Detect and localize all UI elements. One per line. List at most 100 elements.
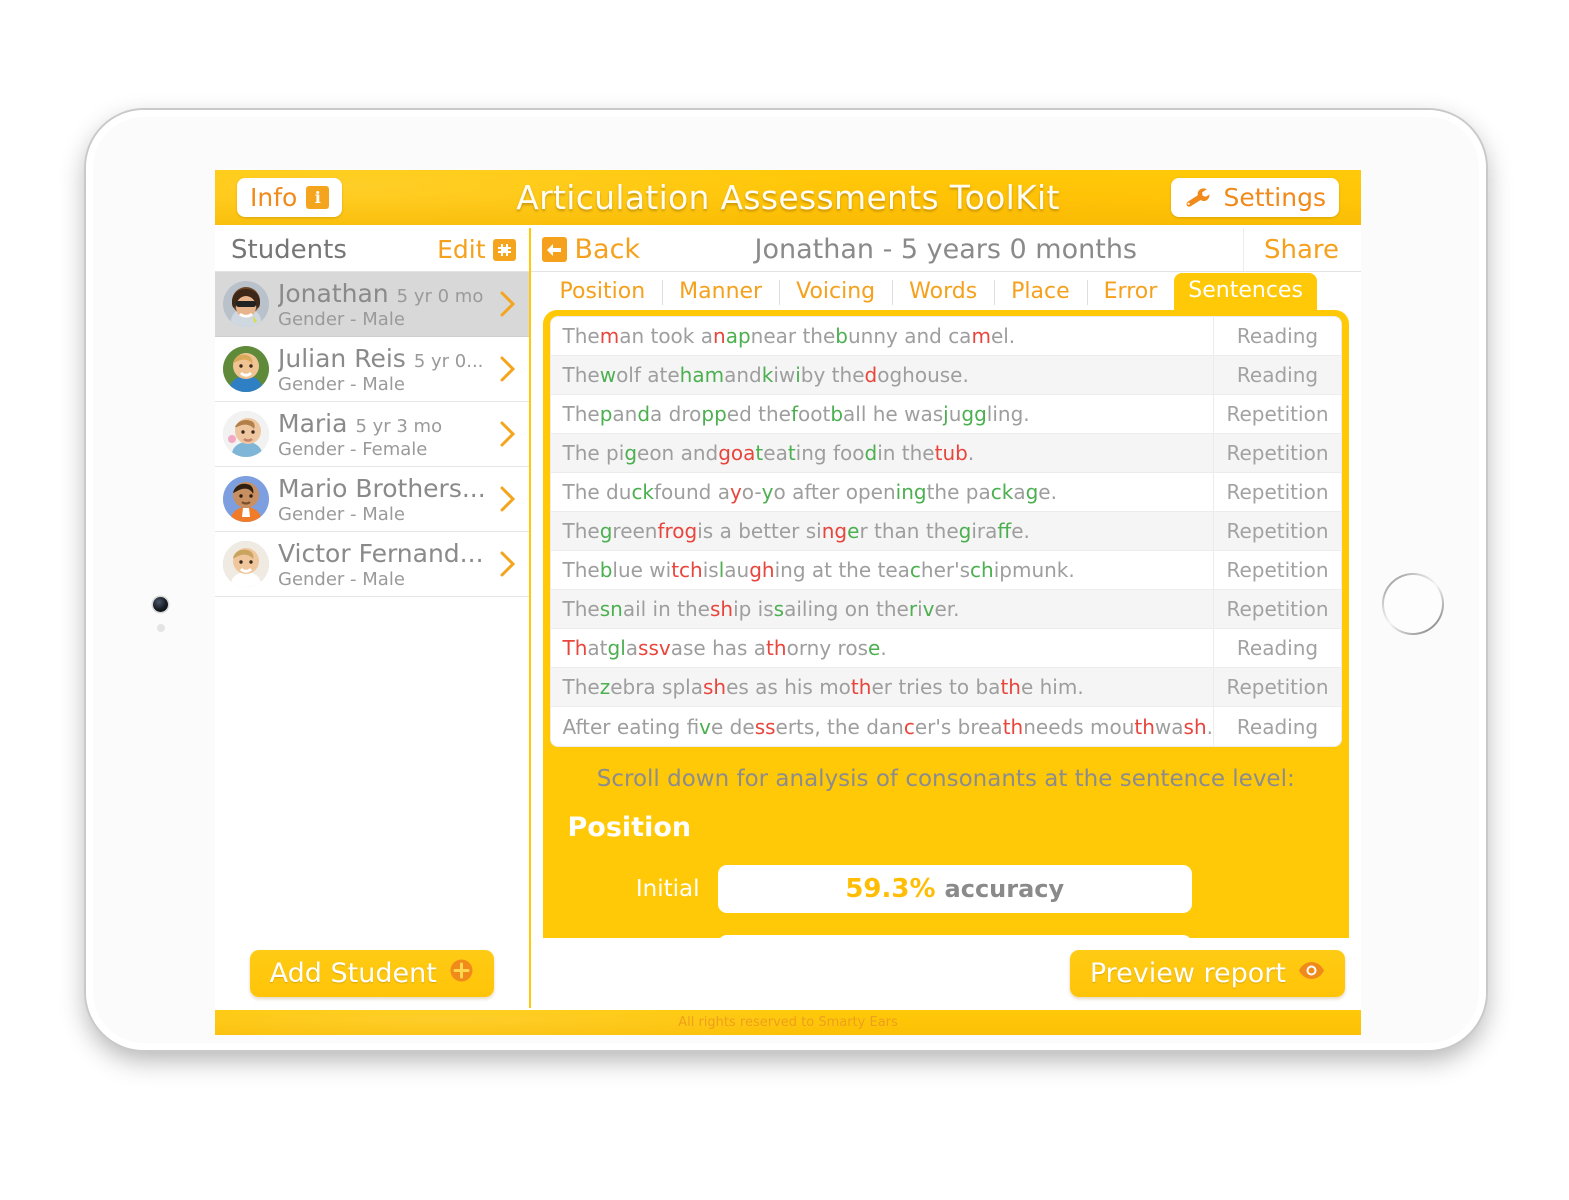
detail-header: Back Jonathan - 5 years 0 months Share — [530, 228, 1361, 272]
table-row[interactable]: The pi g eon and g oa t ea t ing foo d in the t… — [550, 434, 1341, 473]
avatar — [223, 346, 269, 392]
chevron-right-icon — [500, 421, 515, 447]
table-row[interactable]: The b lue wi tch is l au gh ing at the tea c he… — [550, 551, 1341, 590]
accuracy-bar[interactable]: 59.3% accuracy — [717, 865, 1192, 913]
preview-report-button[interactable]: Preview report — [1069, 949, 1345, 997]
sentence-type: Repetition — [1213, 512, 1341, 550]
sentence-text: After eating fi v e de ss erts, the dan c er's… — [562, 714, 1214, 739]
edit-button[interactable]: Edit — [437, 235, 516, 264]
students-title: Students — [231, 234, 347, 265]
table-row[interactable]: The s n ail in the sh ip is s ailing on the … — [550, 590, 1341, 629]
preview-report-label: Preview report — [1089, 957, 1286, 989]
detail-student-name: Jonathan - 5 years 0 months — [754, 234, 1137, 265]
tab-sentences[interactable]: Sentences — [1174, 272, 1317, 310]
main-content: Students Edit Jonathan 5 yr 0 mo Gender … — [215, 228, 1361, 1008]
home-button[interactable] — [1382, 573, 1444, 635]
wrench-icon — [1184, 187, 1212, 209]
tab-voicing[interactable]: Voicing — [779, 275, 892, 310]
chevron-right-icon — [500, 356, 515, 382]
student-row-julian[interactable]: Julian Reis 5 yr 0... Gender - Male — [215, 337, 529, 402]
eye-icon — [1298, 961, 1325, 985]
student-age: 5 yr 0 mo — [396, 285, 484, 307]
table-row[interactable]: The g reen frog is a better si ng e r than t… — [550, 512, 1341, 551]
sentence-text: Th at gl a ss v ase has a th orny ros e. — [562, 636, 887, 660]
edit-label: Edit — [437, 235, 486, 264]
share-button[interactable]: Share — [1242, 228, 1361, 271]
table-row[interactable]: The du ck found a y o-y o after open in g the… — [550, 473, 1341, 512]
student-age: 5 yr 0... — [413, 350, 484, 372]
detail-pane: Back Jonathan - 5 years 0 months Share P… — [530, 228, 1362, 1008]
student-name: Victor Fernand... — [278, 538, 484, 568]
table-row[interactable]: The w olf ate ham and k iw i by the d oghous… — [550, 356, 1341, 395]
sentence-type: Repetition — [1213, 473, 1341, 511]
avatar — [223, 541, 269, 587]
avatar — [223, 476, 269, 522]
tab-error[interactable]: Error — [1086, 275, 1175, 310]
add-student-button[interactable]: Add Student — [249, 949, 494, 997]
student-name: Jonathan — [278, 278, 389, 308]
sentences-table: The m an took a n ap near the b unny and ca… — [549, 316, 1342, 747]
table-row[interactable]: The p an d a dro pp ed the f oot b all he was ju… — [550, 395, 1341, 434]
student-list: Jonathan 5 yr 0 mo Gender - Male Julian … — [215, 272, 529, 938]
tab-words[interactable]: Words — [892, 275, 994, 310]
student-row-victor[interactable]: Victor Fernand... Gender - Male — [215, 532, 529, 597]
add-student-label: Add Student — [269, 957, 437, 989]
avatar — [223, 281, 269, 327]
tab-position[interactable]: Position — [543, 275, 663, 310]
student-info: Victor Fernand... Gender - Male — [278, 539, 497, 590]
sentence-text: The p an d a dro pp ed the f oot b all he was ju… — [562, 402, 1030, 426]
copyright-text: All rights reserved to Smarty Ears — [678, 1015, 898, 1030]
sentences-panel: The m an took a n ap near the b unny and ca… — [542, 310, 1349, 938]
chevron-right-icon — [500, 486, 515, 512]
metric-label: Initial — [635, 876, 700, 902]
table-row[interactable]: The m an took a n ap near the b unny and ca… — [550, 317, 1341, 356]
student-info: Julian Reis 5 yr 0... Gender - Male — [278, 344, 497, 395]
student-row-maria[interactable]: Maria 5 yr 3 mo Gender - Female — [215, 402, 529, 467]
student-info: Mario Brothers... Gender - Male — [278, 474, 497, 525]
table-row[interactable]: Th at gl a ss v ase has a th orny ros e. Readin… — [550, 629, 1341, 668]
sentence-type: Reading — [1213, 317, 1341, 355]
student-info: Maria 5 yr 3 mo Gender - Female — [278, 409, 497, 460]
info-button[interactable]: Info i — [237, 178, 343, 217]
student-info: Jonathan 5 yr 0 mo Gender - Male — [278, 279, 497, 330]
student-name: Maria — [278, 408, 348, 438]
sentence-type: Reading — [1213, 707, 1341, 746]
settings-label: Settings — [1223, 183, 1326, 212]
accuracy-word: accuracy — [944, 875, 1065, 903]
table-row[interactable]: After eating fi v e de ss erts, the dan c er's… — [551, 707, 1342, 746]
student-name: Mario Brothers... — [278, 473, 486, 503]
sentence-text: The g reen frog is a better si ng e r than t… — [562, 519, 1030, 543]
sentence-text: The s n ail in the sh ip is s ailing on the … — [562, 597, 960, 621]
chevron-right-icon — [500, 291, 515, 317]
info-badge-icon: i — [306, 186, 330, 209]
sentence-text: The z ebra spla sh es as his mo th er tries t… — [562, 675, 1084, 699]
student-name: Julian Reis — [278, 343, 406, 373]
accuracy-percent: 59.3% — [845, 874, 936, 904]
arrow-left-icon — [541, 237, 567, 262]
back-button[interactable]: Back — [531, 234, 641, 265]
info-label: Info — [250, 183, 298, 212]
students-header: Students Edit — [215, 228, 529, 272]
ambient-light-sensor — [157, 624, 165, 632]
student-row-jonathan[interactable]: Jonathan 5 yr 0 mo Gender - Male — [215, 272, 529, 337]
student-age: 5 yr 3 mo — [355, 415, 443, 437]
puzzle-icon — [492, 238, 516, 261]
tab-bar: Position Manner Voicing Words Place Erro… — [531, 272, 1362, 310]
tablet-device: Info i Articulation Assessments ToolKit … — [86, 110, 1486, 1050]
student-row-mario[interactable]: Mario Brothers... Gender - Male — [215, 467, 529, 532]
student-gender: Gender - Male — [278, 373, 405, 395]
app-header: Info i Articulation Assessments ToolKit … — [215, 170, 1361, 228]
tab-manner[interactable]: Manner — [662, 275, 779, 310]
sentence-type: Reading — [1213, 629, 1341, 667]
back-label: Back — [574, 234, 641, 265]
sentence-type: Repetition — [1213, 551, 1341, 589]
tab-place[interactable]: Place — [994, 275, 1087, 310]
sentence-text: The b lue wi tch is l au gh ing at the tea c he… — [562, 558, 1075, 582]
sentence-type: Repetition — [1213, 668, 1341, 706]
scroll-hint: Scroll down for analysis of consonants a… — [596, 766, 1295, 792]
sentence-type: Repetition — [1213, 590, 1341, 628]
table-row[interactable]: The z ebra spla sh es as his mo th er tries t… — [550, 668, 1341, 707]
share-label: Share — [1263, 234, 1339, 265]
settings-button[interactable]: Settings — [1171, 178, 1339, 217]
student-gender: Gender - Male — [278, 568, 405, 590]
